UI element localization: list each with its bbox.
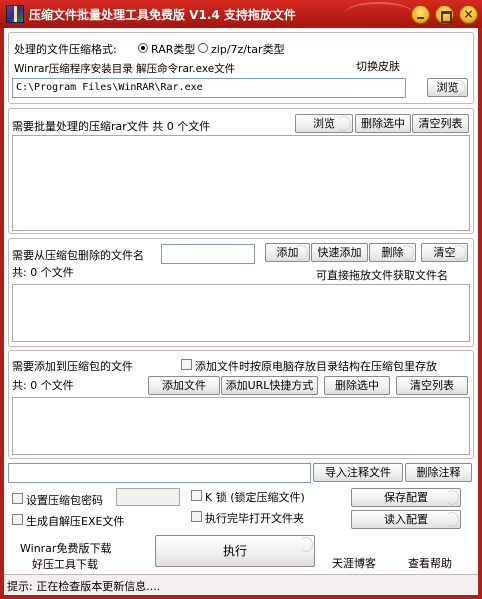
- rar-path-input[interactable]: C:\Program Files\WinRAR\Rar.exe: [12, 78, 406, 98]
- window-title: 压缩文件批量处理工具免费版 V1.4 支持拖放文件: [29, 8, 296, 22]
- remove-quick-add-label: 快速添加: [317, 246, 362, 259]
- remove-filename-input[interactable]: [161, 244, 255, 264]
- add-delete-label: 删除选中: [335, 379, 379, 392]
- add-clear-label: 清空列表: [410, 379, 454, 392]
- files-browse-label: 浏览: [313, 117, 335, 130]
- haoya-download-link[interactable]: 好压工具下载: [32, 556, 98, 572]
- help-link[interactable]: 查看帮助: [408, 555, 452, 571]
- add-label: 需要添加到压缩包的文件: [12, 360, 133, 373]
- remove-file-list[interactable]: [12, 284, 470, 342]
- execute-button[interactable]: 执行: [155, 535, 315, 567]
- remove-quick-add-button[interactable]: 快速添加: [311, 243, 368, 262]
- winrar-download-link[interactable]: Winrar免费版下载: [20, 540, 111, 556]
- comment-file-input[interactable]: [8, 463, 311, 483]
- set-password-checkbox[interactable]: [12, 493, 23, 504]
- files-browse-button[interactable]: 浏览: [295, 114, 353, 133]
- close-icon: ×: [463, 7, 474, 21]
- status-text: 提示: 正在检查版本更新信息....: [7, 580, 161, 593]
- add-url-button[interactable]: 添加URL快捷方式: [221, 376, 318, 395]
- status-bar: 提示: 正在检查版本更新信息....: [4, 574, 478, 595]
- remove-delete-button[interactable]: 删除: [369, 243, 416, 262]
- app-window: 压缩文件批量处理工具免费版 V1.4 支持拖放文件 × 处理的文件压缩格式: R…: [0, 0, 482, 599]
- add-delete-selected-button[interactable]: 删除选中: [324, 376, 390, 395]
- open-folder-checkbox[interactable]: [191, 511, 202, 522]
- format-label: 处理的文件压缩格式:: [14, 43, 117, 56]
- path-browse-button[interactable]: 浏览: [427, 78, 468, 97]
- add-count: 共: 0 个文件: [12, 379, 74, 392]
- zip-radio-label[interactable]: zip/7z/tar类型: [211, 41, 285, 57]
- lock-checkbox[interactable]: [191, 490, 202, 501]
- zip-radio[interactable]: [198, 43, 208, 53]
- save-config-label: 保存配置: [384, 491, 428, 504]
- make-sfx-checkbox[interactable]: [12, 514, 23, 525]
- add-file-label: 添加文件: [162, 379, 206, 392]
- close-button[interactable]: ×: [459, 5, 478, 24]
- keep-structure-label[interactable]: 添加文件时按原电脑存放目录结构在压缩包里存放: [195, 358, 437, 374]
- files-delete-label: 删除选中: [361, 117, 405, 130]
- winrar-dir-label: Winrar压缩程序安装目录 解压命令rar.exe文件: [14, 63, 236, 75]
- password-input[interactable]: [116, 488, 180, 506]
- maximize-button[interactable]: [435, 5, 454, 24]
- title-bar: 压缩文件批量处理工具免费版 V1.4 支持拖放文件 ×: [0, 0, 482, 28]
- rar-radio[interactable]: [138, 43, 148, 53]
- minimize-button[interactable]: [411, 5, 430, 24]
- delete-comment-label: 删除注释: [416, 466, 461, 479]
- remove-add-button[interactable]: 添加: [265, 243, 310, 262]
- client-area: 处理的文件压缩格式: RAR类型 zip/7z/tar类型 Winrar压缩程序…: [4, 28, 478, 595]
- files-label: 需要批量处理的压缩rar文件 共 0 个文件: [12, 120, 211, 133]
- files-clear-list-button[interactable]: 清空列表: [412, 114, 469, 133]
- add-file-button[interactable]: 添加文件: [148, 376, 220, 395]
- remove-label: 需要从压缩包删除的文件名: [12, 249, 144, 262]
- rar-radio-label[interactable]: RAR类型: [151, 41, 195, 57]
- files-clear-label: 清空列表: [418, 117, 463, 130]
- make-sfx-label[interactable]: 生成自解压EXE文件: [26, 513, 124, 529]
- blog-link[interactable]: 天涯博客: [332, 555, 376, 571]
- import-comment-button[interactable]: 导入注释文件: [313, 463, 403, 482]
- load-config-button[interactable]: 读入配置: [351, 510, 461, 529]
- delete-comment-button[interactable]: 删除注释: [405, 463, 472, 482]
- winrar-app-icon: [6, 5, 24, 23]
- load-config-label: 读入配置: [384, 513, 428, 526]
- title-ornament: [344, 2, 414, 26]
- keep-structure-checkbox[interactable]: [181, 359, 192, 370]
- execute-label: 执行: [222, 544, 247, 558]
- open-folder-label[interactable]: 执行完毕打开文件夹: [205, 510, 304, 526]
- files-delete-selected-button[interactable]: 删除选中: [355, 114, 411, 133]
- skin-switch-link[interactable]: 切换皮肤: [356, 58, 400, 74]
- add-url-label: 添加URL快捷方式: [225, 379, 314, 392]
- set-password-label[interactable]: 设置压缩包密码: [26, 492, 103, 508]
- lock-label[interactable]: K 锁 (锁定压缩文件): [205, 489, 305, 505]
- rar-file-list[interactable]: [12, 135, 470, 231]
- add-clear-list-button[interactable]: 清空列表: [396, 376, 468, 395]
- import-comment-label: 导入注释文件: [325, 466, 391, 479]
- remove-clear-button[interactable]: 清空: [421, 243, 468, 262]
- save-config-button[interactable]: 保存配置: [351, 488, 461, 507]
- remove-drag-hint: 可直接拖放文件获取文件名: [316, 269, 448, 282]
- add-file-list[interactable]: [12, 397, 470, 455]
- remove-count: 共: 0 个文件: [12, 266, 74, 279]
